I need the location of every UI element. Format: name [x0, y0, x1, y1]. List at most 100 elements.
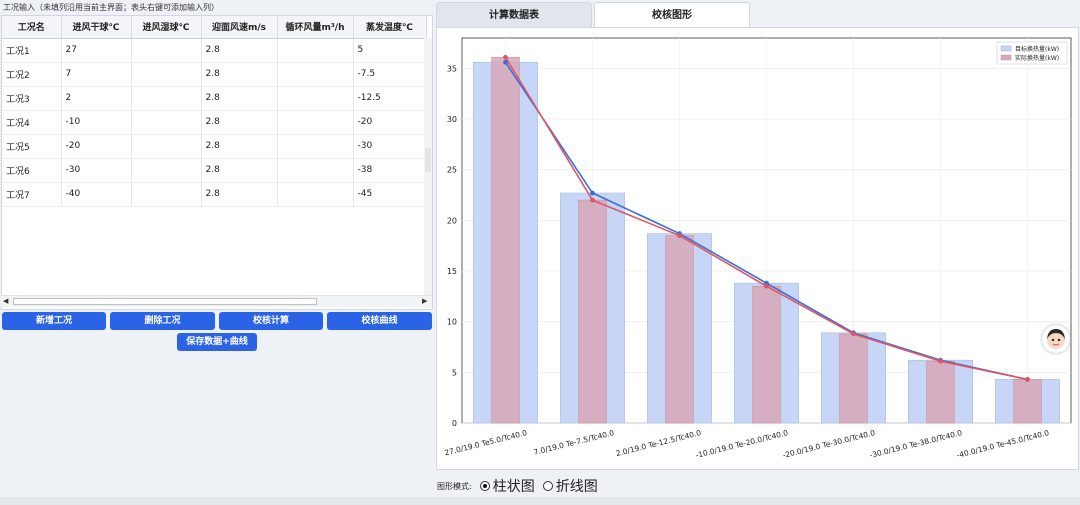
target-point — [503, 59, 508, 65]
table-cell[interactable]: 5 — [353, 38, 427, 63]
status-bar — [0, 497, 1080, 505]
legend-swatch — [1000, 54, 1012, 61]
chart-mode-selector: 图形模式: 柱状图 折线图 — [437, 476, 598, 496]
check-calc-button[interactable]: 校核计算 — [219, 312, 323, 330]
col-header-evap-temp[interactable]: 蒸发温度℃ — [353, 16, 427, 39]
actual-bar — [491, 56, 520, 424]
legend-label: 目标换热量(kW) — [1015, 45, 1059, 53]
bar-mode-radio[interactable]: 柱状图 — [479, 476, 535, 496]
table-cell[interactable]: -12.5 — [353, 86, 427, 111]
table-cell[interactable]: 工况2 — [2, 62, 62, 87]
table-cell[interactable]: 工况1 — [2, 38, 62, 63]
actual-bar — [1013, 379, 1042, 424]
col-header-face-velocity[interactable]: 迎面风速m/s — [201, 16, 278, 39]
x-tick-label: -20.0/19.0 Te-30.0/Tc40.0 — [782, 428, 877, 460]
table-cell[interactable]: 工况6 — [2, 158, 62, 183]
table-cell[interactable] — [131, 182, 202, 207]
save-data-curve-button[interactable]: 保存数据+曲线 — [177, 333, 257, 351]
table-row[interactable]: 工况7 -40 2.8 -45 — [2, 182, 427, 207]
table-cell[interactable] — [131, 134, 202, 159]
actual-bar — [578, 199, 607, 424]
table-cell[interactable]: -7.5 — [353, 62, 427, 87]
y-tick-label: 15 — [447, 267, 457, 276]
bar-mode-label: 柱状图 — [492, 479, 535, 495]
table-cell[interactable]: 7 — [61, 62, 132, 87]
table-cell[interactable] — [277, 182, 354, 207]
scroll-right-arrow-icon[interactable]: ▶ — [422, 296, 427, 307]
scroll-left-arrow-icon[interactable]: ◀ — [3, 296, 8, 307]
add-case-button[interactable]: 新增工况 — [2, 312, 106, 330]
table-cell[interactable]: 2 — [61, 86, 132, 111]
radio-unselected-icon[interactable] — [542, 481, 553, 491]
vscroll-thumb[interactable] — [425, 148, 431, 172]
tab-check-chart[interactable]: 校核图形 — [594, 2, 750, 27]
case-table[interactable]: 工况名 进风干球℃ 进风湿球℃ 迎面风速m/s 循环风量m³/h 蒸发温度℃ 工… — [1, 15, 433, 310]
table-vertical-scrollbar[interactable] — [424, 38, 432, 308]
check-curve-button[interactable]: 校核曲线 — [327, 312, 432, 330]
table-cell[interactable]: -45 — [353, 182, 427, 207]
delete-case-button[interactable]: 删除工况 — [110, 312, 215, 330]
y-tick-label: 20 — [447, 216, 457, 225]
col-header-air-volume[interactable]: 循环风量m³/h — [277, 16, 354, 39]
actual-point — [764, 283, 769, 289]
y-tick-label: 30 — [447, 115, 457, 124]
table-cell[interactable] — [131, 110, 202, 135]
table-cell[interactable]: 27 — [61, 38, 132, 63]
y-tick-label: 10 — [447, 318, 457, 327]
table-cell[interactable] — [131, 38, 202, 63]
case-input-hint: 工况输入（未填列沿用当前主界面；表头右键可添加输入列） — [3, 3, 219, 12]
actual-point — [938, 358, 943, 364]
table-cell[interactable] — [131, 86, 202, 111]
table-cell[interactable]: -40 — [61, 182, 132, 207]
table-cell[interactable]: 工况7 — [2, 182, 62, 207]
table-row[interactable]: 工况5 -20 2.8 -30 — [2, 134, 427, 159]
table-row[interactable]: 工况3 2 2.8 -12.5 — [2, 86, 427, 111]
table-cell[interactable]: -20 — [353, 110, 427, 135]
hscroll-thumb[interactable] — [13, 298, 317, 305]
radio-selected-icon[interactable] — [479, 481, 490, 491]
table-cell[interactable]: 工况4 — [2, 110, 62, 135]
y-tick-label: 25 — [447, 166, 457, 175]
table-cell[interactable] — [131, 158, 202, 183]
line-mode-radio[interactable]: 折线图 — [542, 476, 598, 496]
table-cell[interactable]: -30 — [61, 158, 132, 183]
table-cell[interactable]: -20 — [61, 134, 132, 159]
table-cell[interactable]: 工况5 — [2, 134, 62, 159]
x-tick-label: 27.0/19.0 Te5.0/Tc40.0 — [443, 428, 528, 457]
table-cell[interactable] — [277, 38, 354, 63]
table-cell[interactable] — [277, 86, 354, 111]
table-horizontal-scrollbar[interactable]: ◀ ▶ — [1, 295, 431, 307]
case-input-panel: 工况输入（未填列沿用当前主界面；表头右键可添加输入列） 工况名 进风干球℃ 进风… — [0, 0, 434, 505]
table-cell[interactable]: 2.8 — [201, 134, 278, 159]
table-cell[interactable]: 2.8 — [201, 62, 278, 87]
table-cell[interactable]: 2.8 — [201, 86, 278, 111]
table-cell[interactable]: 2.8 — [201, 110, 278, 135]
col-header-case-name[interactable]: 工况名 — [2, 16, 62, 39]
actual-point — [851, 331, 856, 337]
table-cell[interactable]: -38 — [353, 158, 427, 183]
assistant-avatar-icon[interactable] — [1042, 325, 1070, 353]
x-tick-label: 2.0/19.0 Te-12.5/Tc40.0 — [615, 428, 702, 458]
table-cell[interactable]: -10 — [61, 110, 132, 135]
table-row[interactable]: 工况4 -10 2.8 -20 — [2, 110, 427, 135]
chart-mode-label: 图形模式: — [437, 481, 472, 491]
table-cell[interactable]: -30 — [353, 134, 427, 159]
table-cell[interactable] — [277, 110, 354, 135]
table-row[interactable]: 工况1 27 2.8 5 — [2, 38, 427, 63]
col-header-wet-bulb[interactable]: 进风湿球℃ — [131, 16, 202, 39]
table-row[interactable]: 工况2 7 2.8 -7.5 — [2, 62, 427, 87]
x-tick-label: -30.0/19.0 Te-38.0/Tc40.0 — [869, 428, 964, 460]
tab-calc-table[interactable]: 计算数据表 — [436, 2, 592, 27]
table-cell[interactable]: 2.8 — [201, 38, 278, 63]
table-cell[interactable]: 工况3 — [2, 86, 62, 111]
table-row[interactable]: 工况6 -30 2.8 -38 — [2, 158, 427, 183]
table-cell[interactable] — [277, 158, 354, 183]
table-cell[interactable] — [131, 62, 202, 87]
table-cell[interactable] — [277, 62, 354, 87]
table-cell[interactable] — [277, 134, 354, 159]
x-tick-label: 7.0/19.0 Te-7.5/Tc40.0 — [533, 428, 616, 457]
legend-swatch — [1000, 45, 1012, 52]
table-cell[interactable]: 2.8 — [201, 158, 278, 183]
table-cell[interactable]: 2.8 — [201, 182, 278, 207]
col-header-dry-bulb[interactable]: 进风干球℃ — [61, 16, 132, 39]
